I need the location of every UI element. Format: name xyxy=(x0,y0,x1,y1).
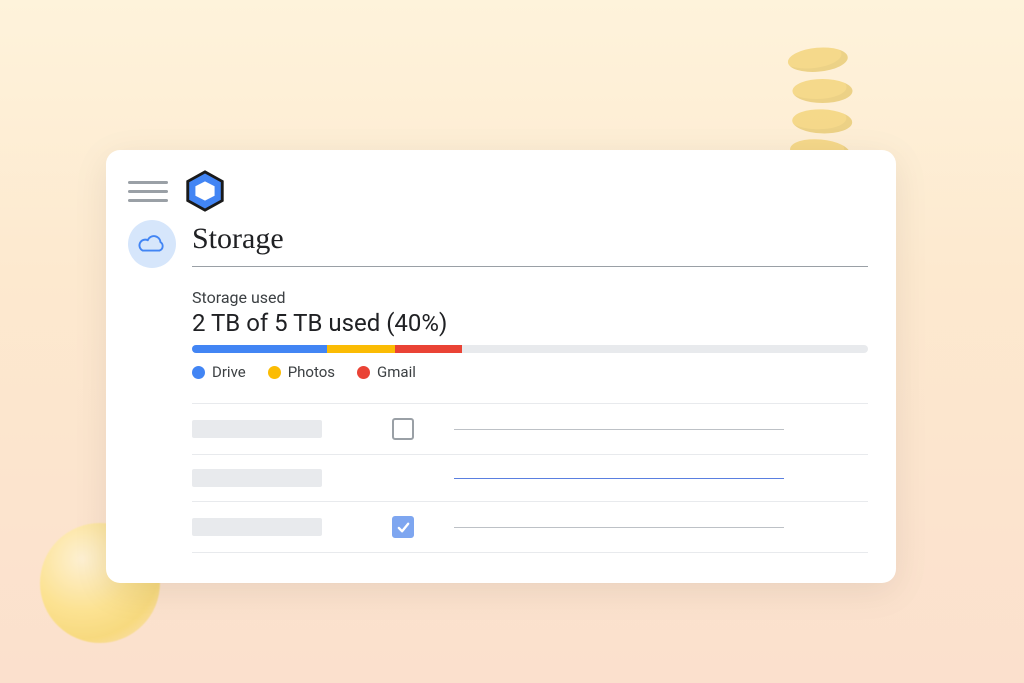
dot-drive-icon xyxy=(192,366,205,379)
menu-button[interactable] xyxy=(128,173,168,209)
legend-label-photos: Photos xyxy=(288,363,335,381)
checkbox-1[interactable] xyxy=(392,418,414,440)
settings-row xyxy=(192,454,868,501)
row-value-placeholder xyxy=(454,527,784,528)
checkbox-3[interactable] xyxy=(392,516,414,538)
row-label-placeholder xyxy=(192,420,322,438)
bar-segment-gmail xyxy=(395,345,463,353)
storage-used-label: Storage used xyxy=(192,288,868,307)
storage-usage-bar xyxy=(192,345,868,353)
dot-gmail-icon xyxy=(357,366,370,379)
row-label-placeholder xyxy=(192,469,322,487)
storage-usage-text: 2 TB of 5 TB used (40%) xyxy=(192,309,868,337)
storage-legend: Drive Photos Gmail xyxy=(192,363,868,381)
bar-segment-photos xyxy=(327,345,395,353)
legend-label-drive: Drive xyxy=(212,363,246,381)
dot-photos-icon xyxy=(268,366,281,379)
check-icon xyxy=(396,520,411,535)
settings-row xyxy=(192,501,868,553)
app-logo xyxy=(182,168,228,214)
legend-item-photos: Photos xyxy=(268,363,335,381)
row-label-placeholder xyxy=(192,518,322,536)
settings-rows xyxy=(192,403,868,553)
storage-content: Storage used 2 TB of 5 TB used (40%) Dri… xyxy=(192,288,868,553)
settings-row xyxy=(192,403,868,454)
page-title: Storage xyxy=(192,222,868,262)
row-value-placeholder xyxy=(454,429,784,430)
title-row: Storage xyxy=(128,220,868,268)
legend-label-gmail: Gmail xyxy=(377,363,416,381)
storage-settings-card: Storage Storage used 2 TB of 5 TB used (… xyxy=(106,150,896,583)
card-header xyxy=(128,168,868,214)
row-link-placeholder[interactable] xyxy=(454,478,784,479)
title-underline: Storage xyxy=(192,222,868,267)
legend-item-drive: Drive xyxy=(192,363,246,381)
cloud-icon xyxy=(128,220,176,268)
legend-item-gmail: Gmail xyxy=(357,363,416,381)
bar-segment-drive xyxy=(192,345,327,353)
